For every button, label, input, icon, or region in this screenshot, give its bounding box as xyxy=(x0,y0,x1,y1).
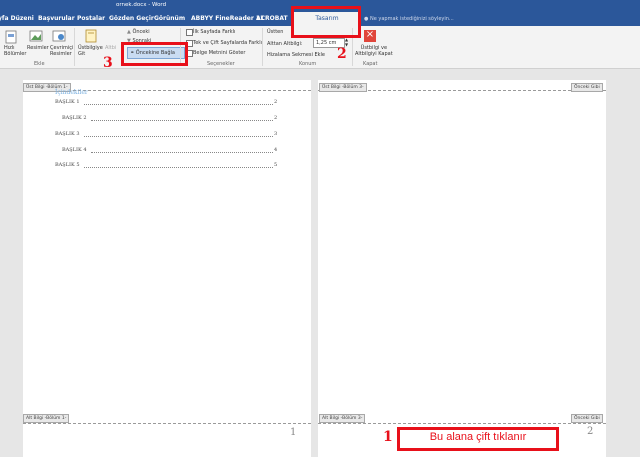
tab-acrobat[interactable]: ACROBAT xyxy=(256,12,288,26)
quick-parts-button[interactable]: Hızlı Bölümler xyxy=(4,45,26,57)
insert-alignment-tab-button[interactable]: Hizalama Sekmesi Ekle xyxy=(267,52,325,58)
toc-page-number: 5 xyxy=(274,162,278,168)
tab-abbyy[interactable]: ABBYY FineReader 11 xyxy=(191,12,264,26)
toc-page-number: 4 xyxy=(274,147,278,153)
lightbulb-icon: ● xyxy=(364,16,369,22)
footer-tab-section-3: Alt Bilgi -Bölüm 3- xyxy=(319,414,366,423)
toc-leader xyxy=(84,104,273,105)
page-number: 2 xyxy=(587,426,594,437)
footer-same-as-previous-badge: Önceki Gibi xyxy=(571,414,603,423)
goto-footer-button[interactable]: Altbi xyxy=(105,45,116,51)
tell-me-text: Ne yapmak istediğinizi söyleyin... xyxy=(369,16,454,22)
same-as-previous-badge: Önceki Gibi xyxy=(571,83,603,92)
quick-parts-icon xyxy=(5,30,17,44)
header-from-top-label: Üstten xyxy=(267,29,284,35)
toc-entry[interactable]: BAŞLIK 5 xyxy=(55,162,80,168)
toc-entry[interactable]: BAŞLIK 4 xyxy=(62,147,87,153)
window-title: ornek.docx - Word xyxy=(116,2,167,8)
toc-leader xyxy=(84,167,273,168)
toc-leader xyxy=(84,136,273,137)
toc-page-number: 2 xyxy=(274,99,278,105)
toc-entry[interactable]: BAŞLIK 3 xyxy=(55,131,80,137)
toc-entry[interactable]: BAŞLIK 2 xyxy=(62,115,87,121)
toc-page-number: 2 xyxy=(274,115,278,121)
group-label-insert: Ekle xyxy=(34,61,45,67)
annotation-instruction-box: Bu alana çift tıklanır xyxy=(397,427,559,451)
footer-boundary xyxy=(23,423,311,424)
close-x-glyph: × xyxy=(365,29,375,40)
annotation-instruction-text: Bu alana çift tıklanır xyxy=(429,431,527,443)
show-document-text-label: Belge Metnini Göster xyxy=(193,50,246,56)
pictures-icon xyxy=(29,30,43,42)
page-number: 1 xyxy=(290,427,297,438)
toc-leader xyxy=(91,120,273,121)
pictures-button[interactable]: Resimler xyxy=(27,45,49,51)
annotation-highlight-design-tab xyxy=(291,6,361,38)
tell-me-box[interactable]: ● Ne yapmak istediğinizi söyleyin... xyxy=(364,12,454,26)
footer-position-value: 1,25 cm xyxy=(316,40,337,46)
close-header-footer-icon[interactable]: × xyxy=(364,29,376,42)
quick-parts-label: Hızlı Bölümler xyxy=(4,45,27,57)
goto-header-icon xyxy=(85,29,97,43)
tab-view[interactable]: Görünüm xyxy=(154,12,185,26)
group-divider xyxy=(262,28,263,66)
different-odd-even-label: Tek ve Çift Sayfalarda Farklı xyxy=(193,40,262,46)
goto-header-button[interactable]: Üstbilgiye Git xyxy=(78,45,103,57)
toc-entry[interactable]: BAŞLIK 1 xyxy=(55,99,80,105)
tab-review[interactable]: Gözden Geçir xyxy=(109,12,154,26)
online-pictures-button[interactable]: Çevrimiçi Resimler xyxy=(50,45,73,57)
group-divider xyxy=(74,28,75,66)
page-2[interactable] xyxy=(318,80,606,457)
tab-mailings[interactable]: Postalar xyxy=(77,12,105,26)
group-label-close: Kapat xyxy=(363,61,378,67)
different-first-page-label: İlk Sayfada Farklı xyxy=(193,29,236,35)
previous-button[interactable]: ▲ Önceki xyxy=(127,29,150,35)
group-label-options: Seçenekler xyxy=(207,61,235,67)
close-header-footer-button[interactable]: Üstbilgi ve Altbilgiyi Kapat xyxy=(355,45,393,57)
previous-label: Önceki xyxy=(132,29,150,35)
toc-page-number: 3 xyxy=(274,131,278,137)
tab-references[interactable]: Başvurular xyxy=(38,12,75,26)
annotation-number-2: 2 xyxy=(337,46,347,62)
group-label-position: Konum xyxy=(299,61,317,67)
online-pictures-icon xyxy=(52,30,66,42)
annotation-highlight-link-previous xyxy=(121,42,188,66)
different-first-page-checkbox[interactable] xyxy=(186,29,193,36)
annotation-number-1: 1 xyxy=(383,429,393,445)
header-tab-section-3: Üst Bilgi -Bölüm 3- xyxy=(319,83,367,92)
footer-from-bottom-label: Alttan Altbilgi: xyxy=(267,41,303,47)
footer-tab-section-1: Alt Bilgi -Bölüm 1- xyxy=(23,414,70,423)
footer-boundary xyxy=(318,423,606,424)
toc-leader xyxy=(91,152,273,153)
toc-title: İçindekiler xyxy=(55,89,88,96)
annotation-number-3: 3 xyxy=(103,55,113,71)
tab-page-layout[interactable]: yfa Düzeni xyxy=(0,12,34,26)
